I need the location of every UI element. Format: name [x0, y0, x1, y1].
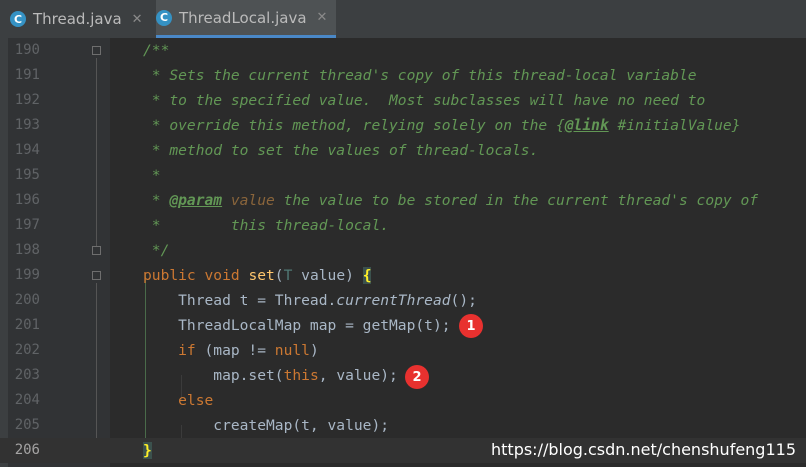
code-line[interactable]: 192 * to the specified value. Most subcl…: [0, 88, 806, 113]
condition: (map !=: [195, 342, 275, 359]
tab-threadlocal-java[interactable]: C ThreadLocal.java ✕: [156, 0, 336, 38]
line-number: 191: [14, 67, 40, 83]
punctuation: ();: [450, 292, 477, 309]
line-number: 201: [14, 317, 40, 333]
keyword: if: [143, 342, 196, 359]
watermark: https://blog.csdn.net/chenshufeng115: [491, 440, 796, 459]
code-text: if (map != null): [143, 338, 319, 363]
doc-param-name: value: [222, 192, 275, 209]
line-number: 190: [14, 42, 40, 58]
doc-comment: *: [143, 192, 170, 209]
code-text: Thread t = Thread.currentThread();: [143, 288, 477, 313]
parameter: value): [292, 267, 363, 284]
punctuation: (: [274, 267, 284, 284]
code-line[interactable]: 202 if (map != null): [0, 338, 806, 363]
code-text: */: [143, 242, 170, 259]
code-text: *: [143, 167, 161, 184]
java-class-icon: C: [156, 9, 172, 26]
code-line[interactable]: 201 ThreadLocalMap map = getMap(t);: [0, 313, 806, 338]
code-text: * Sets the current thread's copy of this…: [143, 67, 697, 84]
line-number: 194: [14, 142, 40, 158]
line-number: 196: [14, 192, 40, 208]
keyword: this: [283, 367, 319, 384]
tab-thread-java[interactable]: C Thread.java ✕: [10, 0, 150, 38]
code-line[interactable]: 196 * @param value the value to be store…: [0, 188, 806, 213]
line-number: 206: [14, 442, 40, 458]
code-text: * to the specified value. Most subclasse…: [143, 92, 706, 109]
code-text: * override this method, relying solely o…: [143, 113, 741, 138]
code-text: map.set(this, value);: [143, 363, 398, 388]
punctuation: ): [309, 342, 319, 359]
line-number: 195: [14, 167, 40, 183]
doc-comment: * override this method, relying solely o…: [143, 117, 565, 134]
code-text: ThreadLocalMap map = getMap(t);: [143, 313, 451, 338]
line-number: 205: [14, 417, 40, 433]
code-line[interactable]: 205 createMap(t, value);: [0, 413, 806, 438]
keyword: else: [143, 392, 214, 409]
line-number: 203: [14, 367, 40, 383]
doc-tag-link: @link: [564, 117, 609, 134]
code-line[interactable]: 204 else: [0, 388, 806, 413]
code-line[interactable]: 198 */: [0, 238, 806, 263]
statement: createMap(t, value);: [143, 417, 390, 434]
code-line[interactable]: 191 * Sets the current thread's copy of …: [0, 63, 806, 88]
code-line[interactable]: 194 * method to set the values of thread…: [0, 138, 806, 163]
code-line[interactable]: 197 * this thread-local.: [0, 213, 806, 238]
code-text: * this thread-local.: [143, 217, 390, 234]
doc-reference: #initialValue}: [608, 117, 741, 134]
code-text: /**: [143, 42, 170, 59]
code-line[interactable]: 195 *: [0, 163, 806, 188]
doc-comment: the value to be stored in the current th…: [274, 192, 759, 209]
code-line[interactable]: 200 Thread t = Thread.currentThread();: [0, 288, 806, 313]
code-line[interactable]: 193 * override this method, relying sole…: [0, 113, 806, 138]
statement: map.set(: [143, 367, 284, 384]
code-line[interactable]: 203 map.set(this, value);: [0, 363, 806, 388]
code-line[interactable]: 190 /**: [0, 38, 806, 63]
line-number: 202: [14, 342, 40, 358]
line-number: 204: [14, 392, 40, 408]
code-line[interactable]: 199 public void set(T value) {: [0, 263, 806, 288]
method-name: set: [248, 267, 275, 284]
tab-label: Thread.java: [33, 10, 122, 28]
keyword: null: [274, 342, 310, 359]
close-icon[interactable]: ✕: [132, 12, 143, 27]
keyword: public void: [143, 267, 249, 284]
doc-tag-param: @param: [169, 192, 223, 209]
annotation-badge-2: 2: [405, 365, 429, 389]
code-text: public void set(T value) {: [143, 263, 372, 288]
line-number: 192: [14, 92, 40, 108]
static-method-call: currentThread: [336, 292, 451, 309]
code-text: }: [143, 438, 152, 463]
java-class-icon: C: [10, 11, 26, 27]
statement: ThreadLocalMap map = getMap(t);: [143, 317, 451, 334]
line-number: 200: [14, 292, 40, 308]
matched-brace: {: [362, 267, 372, 284]
code-text: * @param value the value to be stored in…: [143, 188, 758, 213]
statement: , value);: [318, 367, 398, 384]
editor-tab-bar: C Thread.java ✕ C ThreadLocal.java ✕: [0, 0, 806, 39]
line-number: 193: [14, 117, 40, 133]
annotation-badge-1: 1: [459, 314, 483, 338]
line-number: 199: [14, 267, 40, 283]
line-number: 198: [14, 242, 40, 258]
tab-label: ThreadLocal.java: [179, 8, 307, 27]
statement: Thread t = Thread.: [143, 292, 337, 309]
close-icon[interactable]: ✕: [317, 10, 328, 25]
code-text: else: [143, 388, 213, 413]
code-text: * method to set the values of thread-loc…: [143, 142, 539, 159]
matched-brace: }: [143, 442, 152, 459]
line-number: 197: [14, 217, 40, 233]
code-text: createMap(t, value);: [143, 413, 389, 438]
